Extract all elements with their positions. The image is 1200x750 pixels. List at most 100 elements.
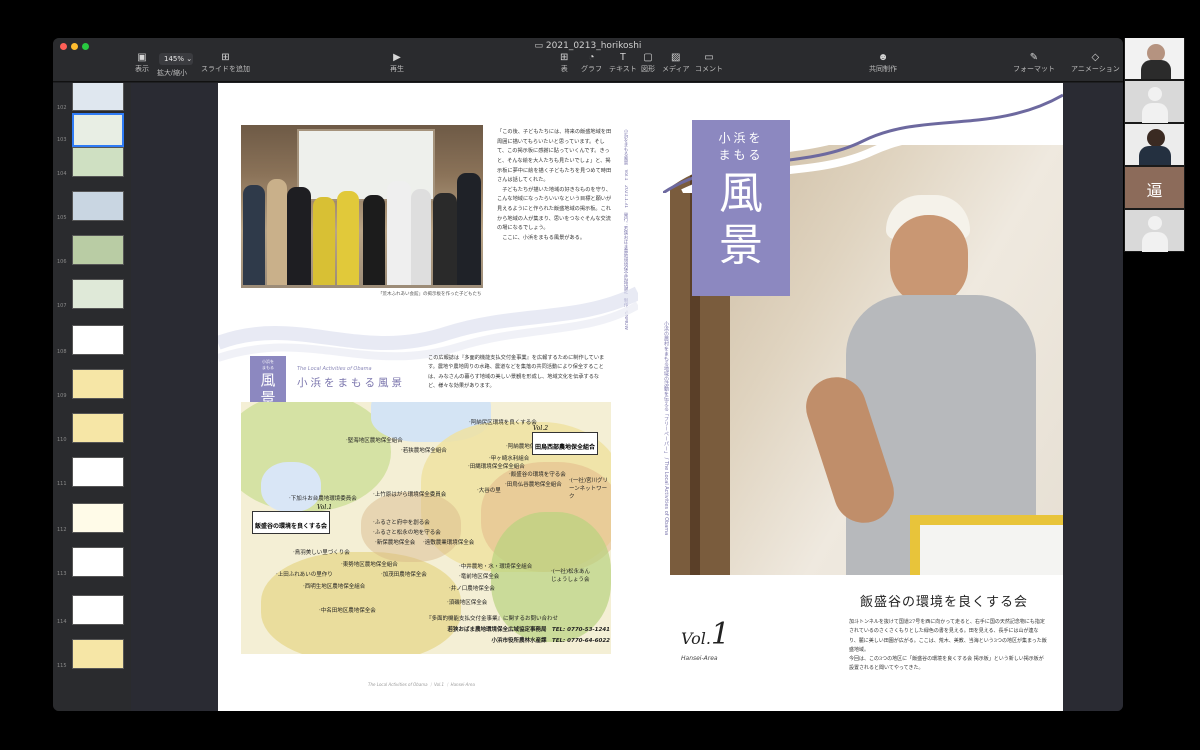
- slide-thumbnail[interactable]: [72, 191, 124, 221]
- contact1-name: 若狭おばま農地環境保全広域協定事務局: [447, 627, 547, 633]
- map-label: ·井ノ口農地保全会: [449, 586, 495, 592]
- participant-tile-2[interactable]: [1125, 81, 1184, 123]
- view-label: 表示: [135, 66, 149, 73]
- add-slide-button[interactable]: ⊞ スライドを追加: [201, 52, 250, 74]
- badge-kanji1: 風: [719, 168, 763, 219]
- slide-thumbnail[interactable]: [72, 235, 124, 265]
- kids-photo: [241, 125, 483, 288]
- animate-button[interactable]: ◇ アニメーション: [1071, 52, 1120, 74]
- view-button[interactable]: ▣ 表示: [135, 52, 149, 74]
- map-label: ·西明生地区農地保全組合: [303, 584, 366, 590]
- slide-number: 109: [57, 393, 67, 399]
- play-button[interactable]: ▶ 再生: [390, 52, 404, 74]
- zoom-select[interactable]: 145% ⌄: [159, 53, 193, 65]
- collaborate-button[interactable]: ☻ 共同制作: [869, 52, 897, 74]
- map-label: ·遠敷農業環境保全会: [423, 540, 475, 546]
- text-icon: T: [619, 52, 626, 63]
- slide-thumbnail[interactable]: [72, 503, 124, 533]
- brand-en: The Local Activities of Obama: [297, 366, 372, 372]
- map-label: ·下加斗お台農地環境委員会: [289, 496, 357, 502]
- person-placeholder-icon: [1148, 87, 1162, 101]
- badge-top: 小浜を まもる: [718, 131, 764, 162]
- slide-thumbnail[interactable]: [72, 639, 124, 669]
- slide-thumbnail[interactable]: [72, 147, 124, 177]
- vol1-pin: Vol.1 飯盛谷の環境を良くする会: [252, 504, 332, 534]
- participant-tile-3[interactable]: [1125, 124, 1184, 165]
- contact1-tel: TEL: 0770-53-1241: [552, 627, 610, 633]
- add-slide-label: スライドを追加: [201, 66, 250, 73]
- toolbar: ▭ 2021_0213_horikoshi ▣ 表示 145% ⌄ 拡大/縮小 ⊞…: [53, 38, 1123, 82]
- intro-text: この広報誌は『多面的機能支払交付金事業』を広報するために制作しています。農地や農…: [428, 355, 605, 390]
- play-icon: ▶: [393, 52, 401, 63]
- animate-icon: ◇: [1091, 52, 1100, 63]
- contact2-name: 小浜市役所農林水産課: [491, 638, 547, 644]
- play-label: 再生: [390, 66, 404, 73]
- slide-number: 112: [57, 527, 67, 533]
- contact2-tel: TEL: 0770-64-6022: [552, 638, 610, 644]
- article-para2: 子どもたちが描いた地域の好きなものを守り、こんな地域になったらいいなという目標と…: [497, 186, 612, 232]
- table-button[interactable]: ⊞ 表: [560, 52, 568, 74]
- comment-label: コメント: [695, 66, 723, 73]
- map-label: ·甲ヶ崎水利組合: [489, 456, 530, 462]
- map-label: ·堅海地区農地保全組合: [346, 438, 403, 444]
- map-label: ·(一社)宮川グリーンネットワーク: [569, 478, 609, 500]
- vol-sub: Hansei-Area: [681, 655, 718, 662]
- vol-number: 1: [710, 617, 731, 652]
- slide[interactable]: 「荒木ふれあい会館」の掲示板を作った子どもたち 「この後、子どもたちには、将来の…: [218, 83, 1063, 711]
- children-group: [241, 165, 483, 288]
- comment-button[interactable]: ▭ コメント: [695, 52, 723, 74]
- slide-thumbnail[interactable]: [72, 547, 124, 577]
- sidebar-icon: ▣: [137, 52, 147, 63]
- map-label: ·上竹原はがら環境保全委員会: [373, 492, 447, 498]
- slide-number: 103: [57, 137, 67, 143]
- keynote-window: ▭ 2021_0213_horikoshi ▣ 表示 145% ⌄ 拡大/縮小 ⊞…: [53, 38, 1123, 711]
- slide-number: 114: [57, 619, 67, 625]
- slide-thumbnail[interactable]: [72, 595, 124, 625]
- vol2-name: 田烏西部農地保全組合: [535, 444, 596, 451]
- vol-label: Vol.1: [681, 617, 730, 652]
- map-label: ·中名田地区農地保全会: [319, 608, 376, 614]
- text-label: テキスト: [609, 66, 637, 73]
- slide-number: 107: [57, 303, 67, 309]
- map-label: ·田縄環境保全保全組合: [468, 464, 525, 470]
- shape-icon: ▢: [643, 52, 653, 63]
- comment-icon: ▭: [704, 52, 714, 63]
- window-title: ▭ 2021_0213_horikoshi: [53, 41, 1123, 51]
- slide-thumbnail[interactable]: [72, 113, 124, 147]
- participant-tile-1[interactable]: [1125, 38, 1184, 79]
- format-button[interactable]: ✎ フォーマット: [1013, 52, 1055, 74]
- map-label: ·中井農地・水・環境保全組合: [459, 564, 533, 570]
- slide-thumbnail[interactable]: [72, 279, 124, 309]
- participant-initial: 逼: [1146, 181, 1163, 200]
- slide-thumbnail[interactable]: [72, 369, 124, 399]
- chart-label: グラフ: [581, 66, 602, 73]
- map-label: ·田烏仏谷農地保全組合: [505, 482, 562, 488]
- slide-thumbnail[interactable]: [72, 457, 124, 487]
- map-label: ·若狭農地保全組合: [401, 448, 447, 454]
- participant-tile-5[interactable]: [1125, 210, 1184, 252]
- vol1-tag: Vol.1: [317, 504, 333, 511]
- person-placeholder-icon: [1148, 216, 1162, 230]
- slide-thumbnail[interactable]: [72, 83, 124, 111]
- collaborate-label: 共同制作: [869, 66, 897, 73]
- slide-navigator[interactable]: 102 103 104 105 106 107 108 109 110 111 112 113 114 1…: [53, 83, 131, 711]
- shape-button[interactable]: ▢ 図形: [641, 52, 655, 74]
- participant-tile-4[interactable]: 逼: [1125, 167, 1184, 208]
- contact-box: 『多面的機能支払交付金事業』に関するお問い合わせ 若狭おばま農地環境保全広域協定…: [418, 614, 610, 644]
- media-button[interactable]: ▨ メディア: [662, 52, 690, 74]
- collaborate-icon: ☻: [877, 52, 889, 63]
- article-body1: 加斗トンネルを抜けて国道27号を西に向かって走ると、右手に国の天然記念物にも指定…: [849, 619, 1047, 653]
- chart-button[interactable]: ◔ グラフ: [581, 52, 602, 74]
- format-icon: ✎: [1029, 52, 1039, 63]
- map-label: ·鳥羽美しい里づくり会: [293, 550, 350, 556]
- zoom-value: 145%: [164, 55, 185, 63]
- article-text: 「この後、子どもたちには、将来の飯盛地域を田周囲に描いてもらいたいと思っています…: [497, 128, 613, 244]
- slide-thumbnail[interactable]: [72, 325, 124, 355]
- article-para1: 「この後、子どもたちには、将来の飯盛地域を田周囲に描いてもらいたいと思っています…: [497, 129, 612, 184]
- text-button[interactable]: T テキスト: [609, 52, 637, 74]
- map-label: ·加茂田農地保全会: [381, 572, 427, 578]
- slide-canvas[interactable]: 「荒木ふれあい会館」の掲示板を作った子どもたち 「この後、子どもたちには、将来の…: [131, 83, 1123, 711]
- article-body2: 今回は、この3つの地区に「飯盛谷の環境を良くする会 掲示板」という新しい掲示板が…: [849, 656, 1044, 672]
- slide-thumbnail[interactable]: [72, 413, 124, 443]
- map-label: ·新保農地保全会: [375, 540, 416, 546]
